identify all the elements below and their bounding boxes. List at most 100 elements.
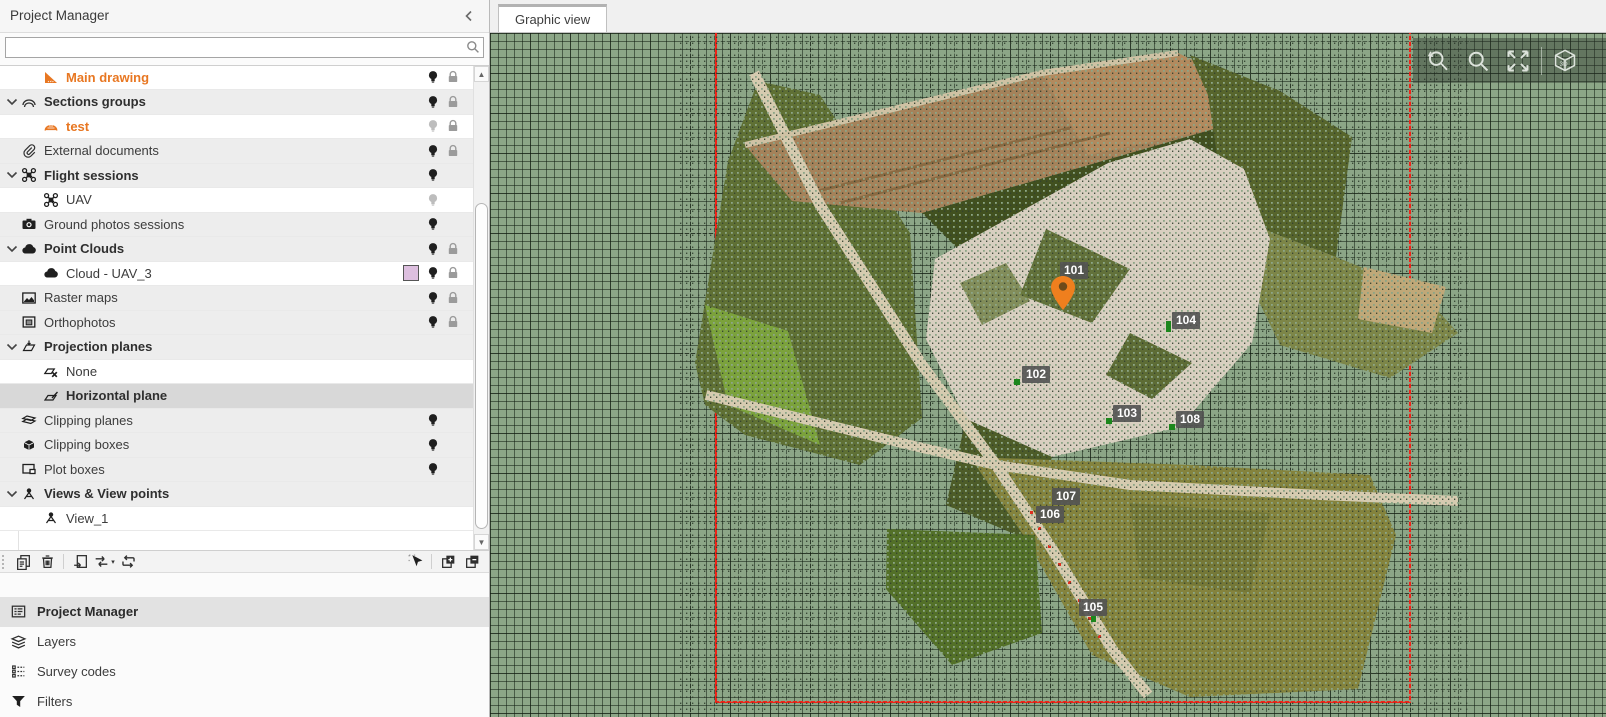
tree-row-uav[interactable]: UAV xyxy=(0,188,489,213)
visibility-bulb-on-icon[interactable] xyxy=(423,94,443,110)
visibility-bulb-on-icon[interactable] xyxy=(423,216,443,232)
tree-row-main-drawing[interactable]: Main drawing xyxy=(0,66,489,91)
tree-row-plot-boxes[interactable]: Plot boxes xyxy=(0,458,489,483)
point-label-104[interactable]: 104 xyxy=(1172,312,1200,329)
panel-nav: Project ManagerLayersSurvey codes Filters xyxy=(0,573,489,717)
tab-graphic-view[interactable]: Graphic view xyxy=(498,4,607,32)
tree-row-views-view-points[interactable]: Views & View points xyxy=(0,482,489,507)
nav-item-layers[interactable]: Layers xyxy=(0,627,489,657)
chevron-left-icon xyxy=(461,8,477,24)
map-canvas[interactable]: 101102103104105106107108 3D xyxy=(490,33,1606,717)
lock-icon[interactable] xyxy=(443,265,463,281)
tree-row-label: Clipping boxes xyxy=(44,437,129,452)
nav-item-survey-codes[interactable]: Survey codes xyxy=(0,657,489,687)
tree-row-flight-sessions[interactable]: Flight sessions xyxy=(0,164,489,189)
scroll-up-arrow[interactable]: ▲ xyxy=(474,66,489,82)
point-label-103[interactable]: 103 xyxy=(1113,405,1141,422)
tree-row-label: Ground photos sessions xyxy=(44,217,184,232)
chevron-down-icon[interactable] xyxy=(4,486,20,502)
visibility-bulb-on-icon[interactable] xyxy=(423,412,443,428)
visibility-bulb-on-icon[interactable] xyxy=(423,69,443,85)
visibility-bulb-on-icon[interactable] xyxy=(423,437,443,453)
chevron-down-icon[interactable] xyxy=(4,339,20,355)
visibility-bulb-on-icon[interactable] xyxy=(423,167,443,183)
tree-row-horizontal-plane[interactable]: Horizontal plane xyxy=(0,384,489,409)
nav-item-project-manager[interactable]: Project Manager xyxy=(0,597,489,627)
tree-row-point-clouds[interactable]: Point Clouds xyxy=(0,237,489,262)
lock-icon[interactable] xyxy=(443,290,463,306)
zoom-previous-button[interactable] xyxy=(1421,44,1455,78)
lock-icon[interactable] xyxy=(443,118,463,134)
delete-button[interactable] xyxy=(36,552,58,572)
chevron-spacer xyxy=(26,510,42,526)
transfer-button[interactable]: ▾ xyxy=(93,552,115,572)
zoom-window-button[interactable] xyxy=(1461,44,1495,78)
tree-row-projection-planes[interactable]: Projection planes xyxy=(0,335,489,360)
visibility-bulb-on-icon[interactable] xyxy=(423,290,443,306)
survey-point-108[interactable] xyxy=(1169,424,1175,430)
tree-row-clipping-planes[interactable]: Clipping planes xyxy=(0,409,489,434)
chevron-down-icon[interactable] xyxy=(4,167,20,183)
nav-item-label: Filters xyxy=(37,694,72,709)
tree-row-none[interactable]: None xyxy=(0,360,489,385)
tree-row-view-1[interactable]: View_1 xyxy=(0,507,489,532)
visibility-bulb-on-icon[interactable] xyxy=(423,461,443,477)
nav-item-filters[interactable]: Filters xyxy=(0,687,489,717)
survey-point-103[interactable] xyxy=(1106,418,1112,424)
tree-row-clipping-boxes[interactable]: Clipping boxes xyxy=(0,433,489,458)
pick-button[interactable] xyxy=(404,552,426,572)
tree-row-external-documents[interactable]: External documents xyxy=(0,139,489,164)
tree-scrollbar[interactable]: ▲ ▼ xyxy=(473,66,489,551)
send-to-drawing-button[interactable] xyxy=(69,552,91,572)
chevron-spacer xyxy=(4,412,20,428)
collapse-all-icon xyxy=(464,553,481,570)
visibility-bulb-on-icon[interactable] xyxy=(423,241,443,257)
scroll-down-arrow[interactable]: ▼ xyxy=(474,534,489,550)
visibility-bulb-off-icon[interactable] xyxy=(423,118,443,134)
tree-row-label: test xyxy=(66,119,89,134)
view-3d-button[interactable]: 3D xyxy=(1548,44,1582,78)
point-label-108[interactable]: 108 xyxy=(1176,411,1204,428)
chevron-down-icon[interactable] xyxy=(4,241,20,257)
tree-row-ground-photos-sessions[interactable]: Ground photos sessions xyxy=(0,213,489,238)
tree-row-sections-groups[interactable]: Sections groups xyxy=(0,90,489,115)
scrollbar-thumb[interactable] xyxy=(475,203,488,529)
lock-icon[interactable] xyxy=(443,94,463,110)
expand-all-button[interactable] xyxy=(437,552,459,572)
tree-row-cloud-uav-3[interactable]: Cloud - UAV_3 xyxy=(0,262,489,287)
point-label-105[interactable]: 105 xyxy=(1079,599,1107,616)
update-button[interactable] xyxy=(117,552,139,572)
lock-icon[interactable] xyxy=(443,143,463,159)
tree-row-orthophotos[interactable]: Orthophotos xyxy=(0,311,489,336)
tree-row-raster-maps[interactable]: Raster maps xyxy=(0,286,489,311)
visibility-bulb-on-icon[interactable] xyxy=(423,265,443,281)
raster-icon xyxy=(20,289,38,307)
collapse-panel-button[interactable] xyxy=(459,6,479,26)
survey-point-105[interactable] xyxy=(1091,616,1096,622)
cloud-color-swatch[interactable] xyxy=(403,265,419,281)
tree-row-test[interactable]: test xyxy=(0,115,489,140)
visibility-bulb-on-icon[interactable] xyxy=(423,314,443,330)
chevron-down-icon[interactable] xyxy=(4,94,20,110)
cloud-icon xyxy=(42,264,60,282)
point-label-102[interactable]: 102 xyxy=(1022,366,1050,383)
zoom-extents-button[interactable] xyxy=(1501,44,1535,78)
point-label-107[interactable]: 107 xyxy=(1052,488,1080,505)
lock-icon[interactable] xyxy=(443,314,463,330)
copy-button[interactable] xyxy=(12,552,34,572)
point-label-106[interactable]: 106 xyxy=(1036,506,1064,523)
lock-icon[interactable] xyxy=(443,69,463,85)
search-input[interactable] xyxy=(5,37,484,58)
survey-point-104[interactable] xyxy=(1166,321,1171,332)
toolbar-drag-handle[interactable] xyxy=(2,555,6,569)
visibility-bulb-on-icon[interactable] xyxy=(423,143,443,159)
visibility-bulb-off-icon[interactable] xyxy=(423,192,443,208)
collapse-all-button[interactable] xyxy=(461,552,483,572)
location-pin-icon[interactable] xyxy=(1051,276,1075,310)
lock-icon[interactable] xyxy=(443,241,463,257)
dropdown-caret-icon[interactable]: ▾ xyxy=(111,558,115,566)
tree-row-label: Main drawing xyxy=(66,70,149,85)
chevron-spacer xyxy=(26,388,42,404)
mound-icon xyxy=(42,117,60,135)
survey-point-102[interactable] xyxy=(1014,379,1020,385)
